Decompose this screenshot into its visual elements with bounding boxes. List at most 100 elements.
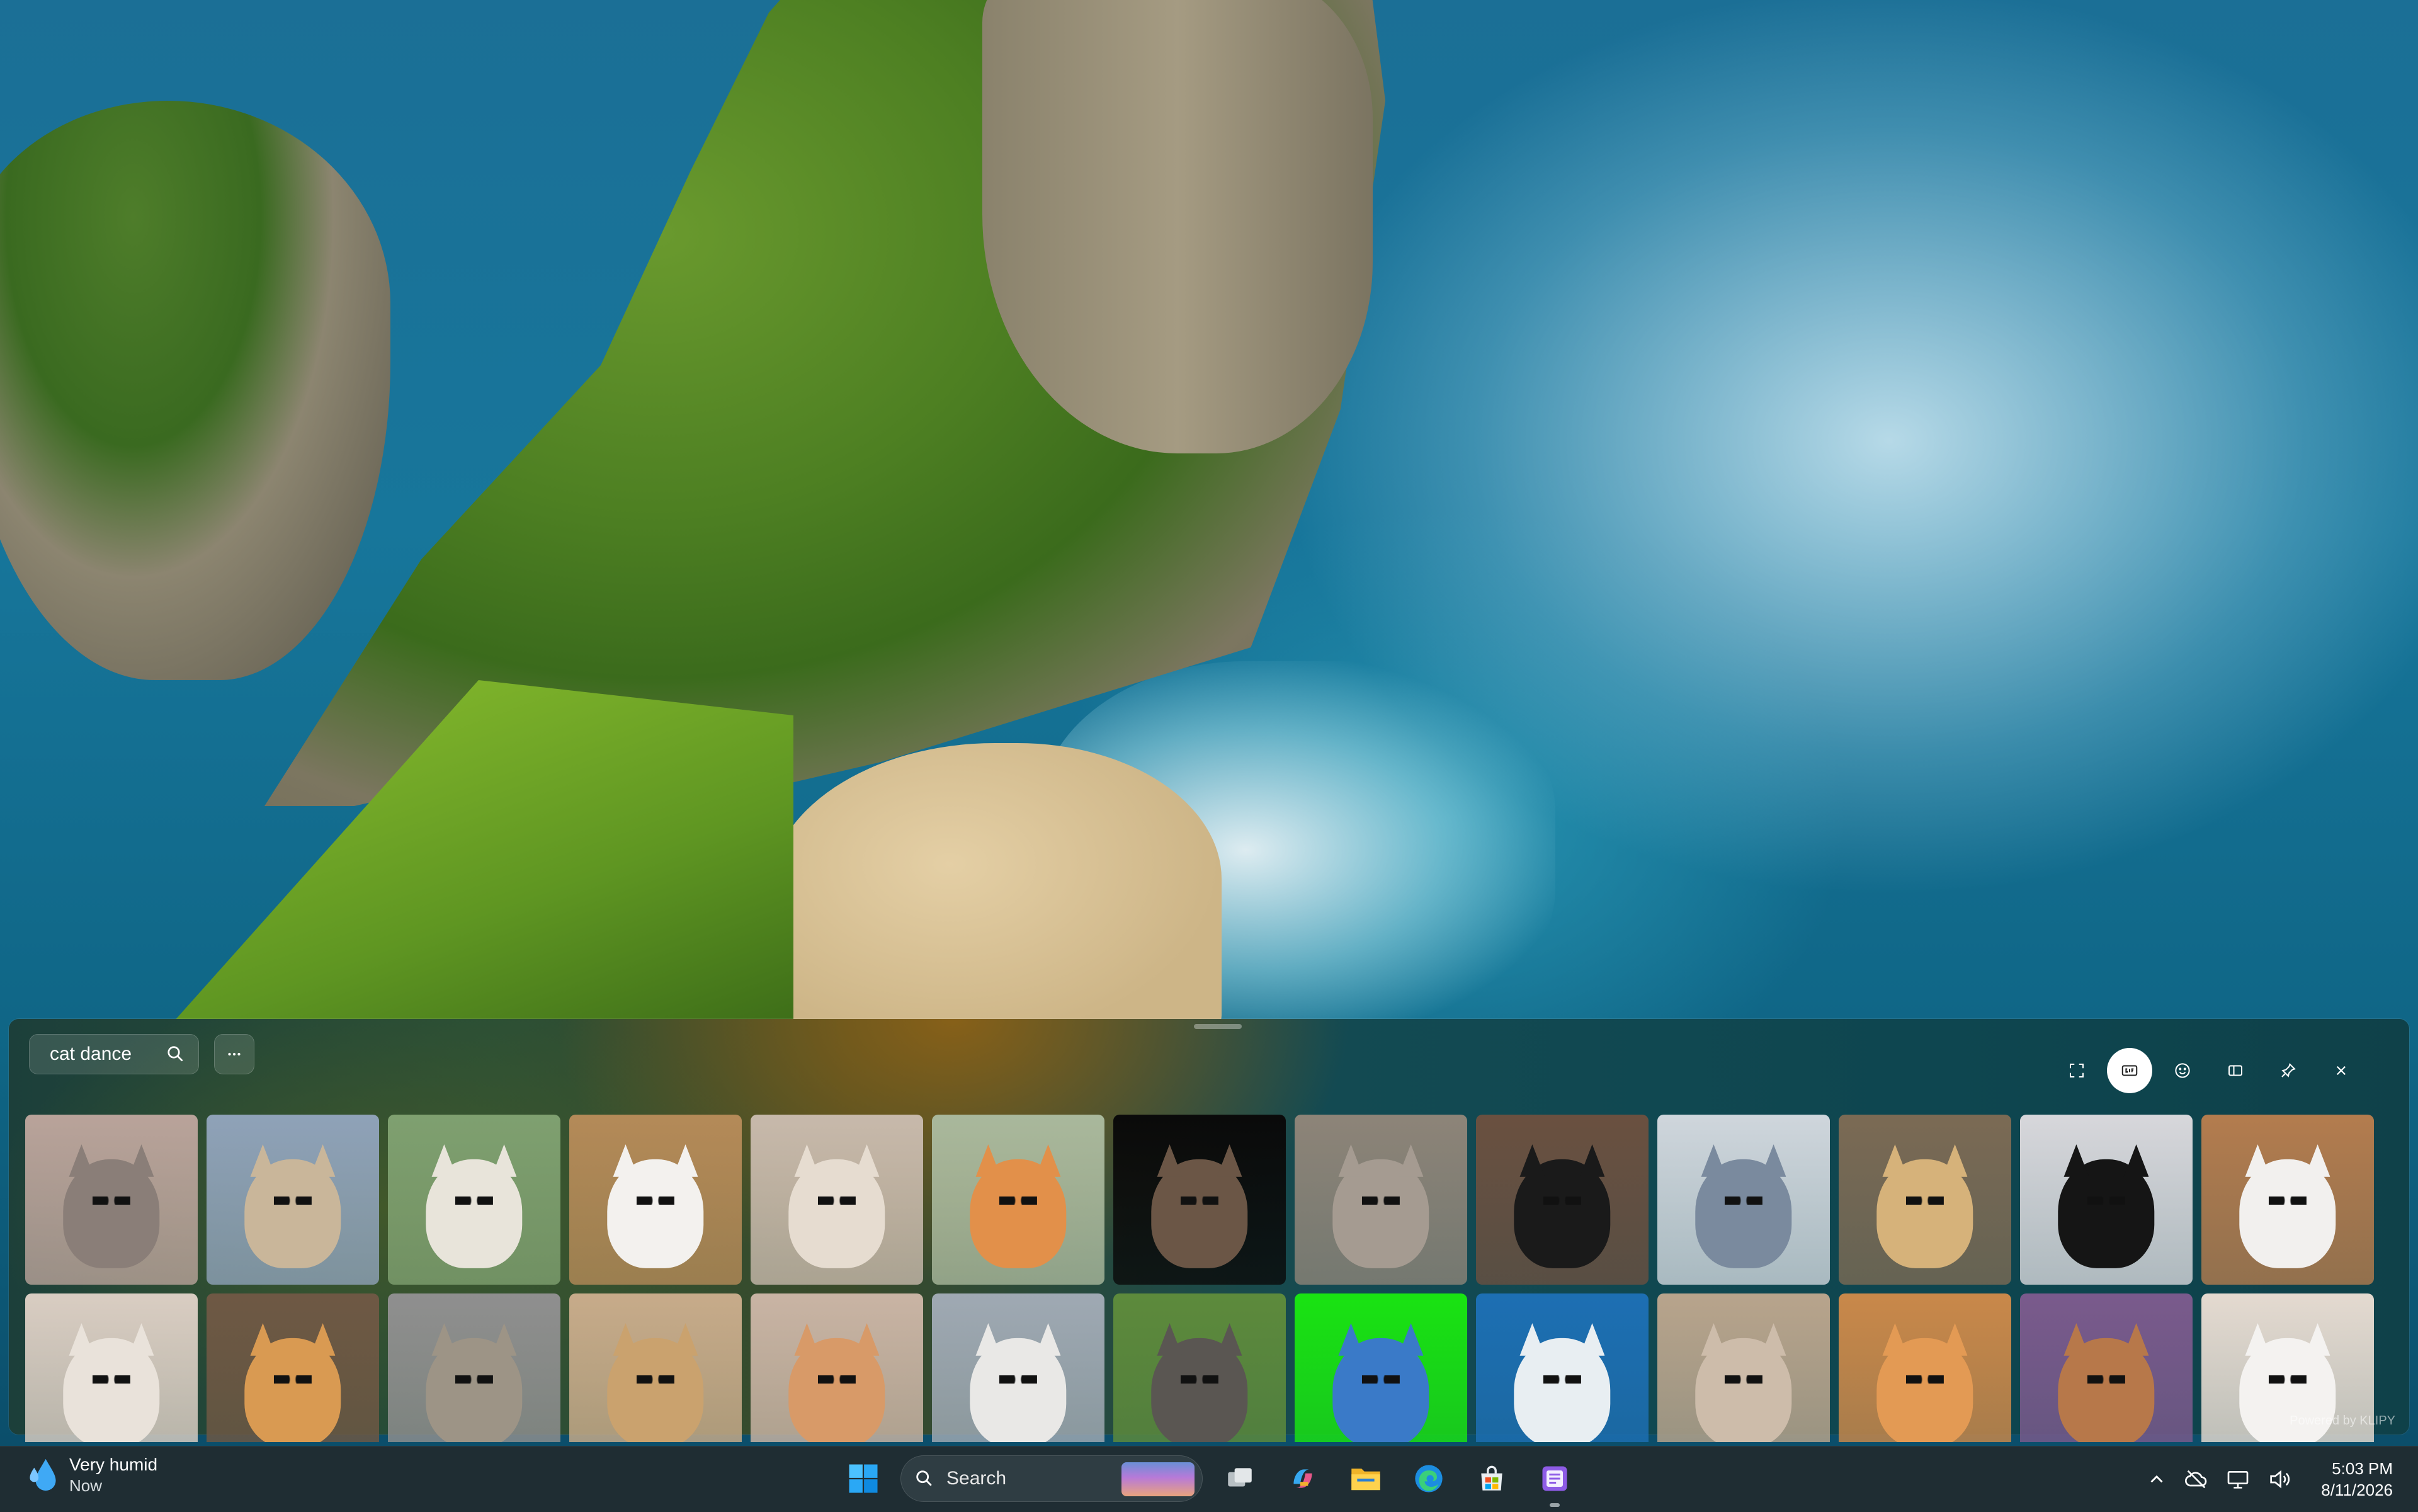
gif-result-thumbnail[interactable]: [751, 1115, 923, 1285]
search-icon[interactable]: [164, 1043, 187, 1066]
cat-figure: [244, 1159, 341, 1269]
taskbar: Very humid Now Search 5:03 PM 8/11/2026: [0, 1446, 2418, 1512]
powered-by-label: Powered by KLIPY: [2290, 1414, 2395, 1428]
gif-search-box[interactable]: [29, 1034, 199, 1074]
cat-figure: [788, 1338, 885, 1442]
system-tray: 5:03 PM 8/11/2026: [2146, 1447, 2393, 1512]
cat-figure: [426, 1338, 523, 1442]
cat-figure: [2058, 1159, 2155, 1269]
gif-icon: [2121, 1065, 2138, 1076]
gif-result-thumbnail[interactable]: [569, 1293, 742, 1442]
gif-result-thumbnail[interactable]: [2020, 1115, 2193, 1285]
copilot-icon: [1293, 1469, 1312, 1488]
cat-eyes: [636, 1196, 675, 1205]
cat-eyes: [999, 1196, 1038, 1205]
cat-figure: [970, 1159, 1067, 1269]
search-icon: [916, 1470, 932, 1486]
gif-result-thumbnail[interactable]: [751, 1293, 923, 1442]
task-view-button[interactable]: [1214, 1453, 1266, 1504]
weather-widget[interactable]: Very humid Now: [25, 1454, 157, 1496]
wallpaper-beach: [768, 743, 1222, 1045]
cat-eyes: [455, 1196, 494, 1205]
cat-figure: [1332, 1159, 1429, 1269]
gif-tab-button[interactable]: [2107, 1048, 2152, 1093]
gif-result-thumbnail[interactable]: [1476, 1115, 1649, 1285]
active-app-indicator: [1550, 1503, 1560, 1507]
notepad-button[interactable]: [1529, 1453, 1581, 1507]
clock-time: 5:03 PM: [2332, 1459, 2393, 1478]
gif-result-thumbnail[interactable]: [1295, 1115, 1467, 1285]
gif-result-thumbnail[interactable]: [932, 1293, 1104, 1442]
cat-eyes: [1361, 1196, 1400, 1205]
windows-logo-icon: [849, 1464, 878, 1493]
gif-result-thumbnail[interactable]: [1295, 1293, 1467, 1442]
taskbar-search-label: Search: [946, 1468, 1007, 1489]
cat-figure: [1151, 1338, 1248, 1442]
store-button[interactable]: [1466, 1453, 1518, 1504]
cloud-off-icon[interactable]: [2184, 1467, 2209, 1492]
cat-figure: [970, 1338, 1067, 1442]
cat-figure: [1695, 1338, 1792, 1442]
cat-figure: [1332, 1338, 1429, 1442]
chevron-up-icon[interactable]: [2146, 1469, 2167, 1490]
emoji-tab-button[interactable]: [2160, 1048, 2205, 1093]
file-explorer-button[interactable]: [1340, 1453, 1392, 1504]
cat-eyes: [817, 1196, 856, 1205]
weather-condition: Very humid: [69, 1455, 158, 1474]
gif-result-thumbnail[interactable]: [207, 1115, 379, 1285]
gif-result-thumbnail[interactable]: [2020, 1293, 2193, 1442]
copilot-button[interactable]: [1277, 1453, 1329, 1504]
clock[interactable]: 5:03 PM 8/11/2026: [2321, 1458, 2393, 1501]
volume-icon[interactable]: [2267, 1467, 2292, 1492]
gif-result-thumbnail[interactable]: [1839, 1293, 2011, 1442]
gif-result-thumbnail[interactable]: [1657, 1115, 1830, 1285]
gif-result-thumbnail[interactable]: [1657, 1293, 1830, 1442]
edge-icon: [1415, 1465, 1443, 1492]
cat-eyes: [1724, 1375, 1763, 1384]
more-options-button[interactable]: [214, 1034, 254, 1074]
cat-figure: [63, 1159, 160, 1269]
close-button[interactable]: [2319, 1048, 2364, 1093]
store-icon: [1481, 1465, 1502, 1491]
cat-figure: [1514, 1159, 1611, 1269]
emoji-icon: [2175, 1063, 2190, 1078]
panel-drag-handle[interactable]: [1194, 1024, 1242, 1029]
gif-result-thumbnail[interactable]: [25, 1115, 198, 1285]
gif-result-thumbnail[interactable]: [1476, 1293, 1649, 1442]
cat-eyes: [273, 1196, 312, 1205]
dock-button[interactable]: [2213, 1048, 2258, 1093]
gif-search-input[interactable]: [48, 1043, 164, 1066]
gif-result-thumbnail[interactable]: [1113, 1115, 1286, 1285]
taskbar-search[interactable]: Search: [900, 1455, 1203, 1502]
gif-result-thumbnail[interactable]: [388, 1115, 560, 1285]
cat-figure: [607, 1159, 704, 1269]
resize-button[interactable]: [2054, 1048, 2099, 1093]
start-button[interactable]: [837, 1453, 889, 1504]
cat-figure: [2058, 1338, 2155, 1442]
gif-result-thumbnail[interactable]: [388, 1293, 560, 1442]
cat-figure: [2239, 1159, 2336, 1269]
gif-result-thumbnail[interactable]: [2201, 1115, 2374, 1285]
cat-eyes: [92, 1196, 131, 1205]
more-icon: [228, 1052, 241, 1056]
file-explorer-icon: [1351, 1469, 1380, 1491]
gif-result-thumbnail[interactable]: [207, 1293, 379, 1442]
gif-picker-panel: Powered by KLIPY: [9, 1019, 2409, 1442]
gif-result-thumbnail[interactable]: [25, 1293, 198, 1442]
task-view-icon: [1228, 1468, 1252, 1487]
cat-eyes: [636, 1375, 675, 1384]
pin-button[interactable]: [2266, 1048, 2311, 1093]
wallpaper-cliff-face: [982, 0, 1373, 453]
network-icon[interactable]: [2225, 1467, 2251, 1492]
gif-result-thumbnail[interactable]: [569, 1115, 742, 1285]
cat-figure: [1876, 1338, 1973, 1442]
weather-time: Now: [69, 1476, 103, 1495]
cat-eyes: [1361, 1375, 1400, 1384]
edge-button[interactable]: [1403, 1453, 1455, 1504]
gif-result-thumbnail[interactable]: [1839, 1115, 2011, 1285]
cat-figure: [1876, 1159, 1973, 1269]
cat-eyes: [1905, 1196, 1944, 1205]
gif-result-thumbnail[interactable]: [932, 1115, 1104, 1285]
gif-result-thumbnail[interactable]: [1113, 1293, 1286, 1442]
close-icon: [2336, 1066, 2346, 1076]
